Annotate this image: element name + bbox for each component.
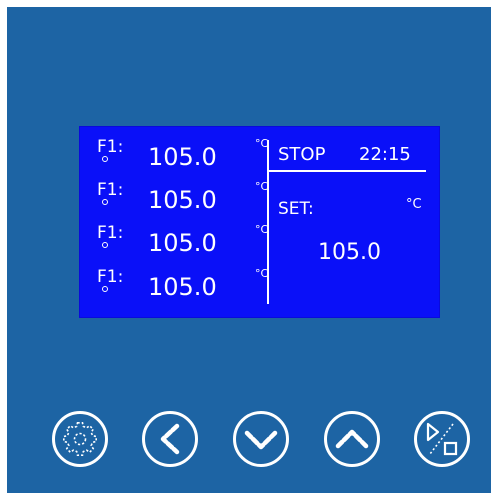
chevron-down-icon xyxy=(233,411,289,467)
channel-degree-icon xyxy=(102,156,108,162)
channel-label: F1: xyxy=(97,267,124,287)
channel-label: F1: xyxy=(97,180,124,200)
settings-button[interactable] xyxy=(50,409,110,469)
play-stop-icon xyxy=(414,411,470,467)
gear-icon xyxy=(52,411,108,467)
chevron-left-icon xyxy=(142,411,198,467)
setpoint-unit: °C xyxy=(406,197,422,212)
left-button[interactable] xyxy=(140,409,200,469)
channel-value: 105.0 xyxy=(148,143,217,171)
horizontal-divider xyxy=(269,170,426,172)
vertical-divider xyxy=(267,140,269,304)
lcd-display: F1: 105.0 °C F1: 105.0 °C F1: 105.0 °C F… xyxy=(79,126,440,318)
run-status: STOP xyxy=(278,144,326,165)
channel-value: 105.0 xyxy=(148,229,217,257)
channel-degree-icon xyxy=(102,286,108,292)
chevron-up-icon xyxy=(324,411,380,467)
down-button[interactable] xyxy=(231,409,291,469)
channel-value: 105.0 xyxy=(148,273,217,301)
channel-label: F1: xyxy=(97,137,124,157)
channel-degree-icon xyxy=(102,199,108,205)
setpoint-label: SET: xyxy=(278,199,314,219)
up-button[interactable] xyxy=(322,409,382,469)
start-stop-button[interactable] xyxy=(412,409,472,469)
clock-time: 22:15 xyxy=(359,144,411,165)
channel-label: F1: xyxy=(97,223,124,243)
channel-value: 105.0 xyxy=(148,186,217,214)
setpoint-value: 105.0 xyxy=(318,240,381,265)
channel-degree-icon xyxy=(102,242,108,248)
